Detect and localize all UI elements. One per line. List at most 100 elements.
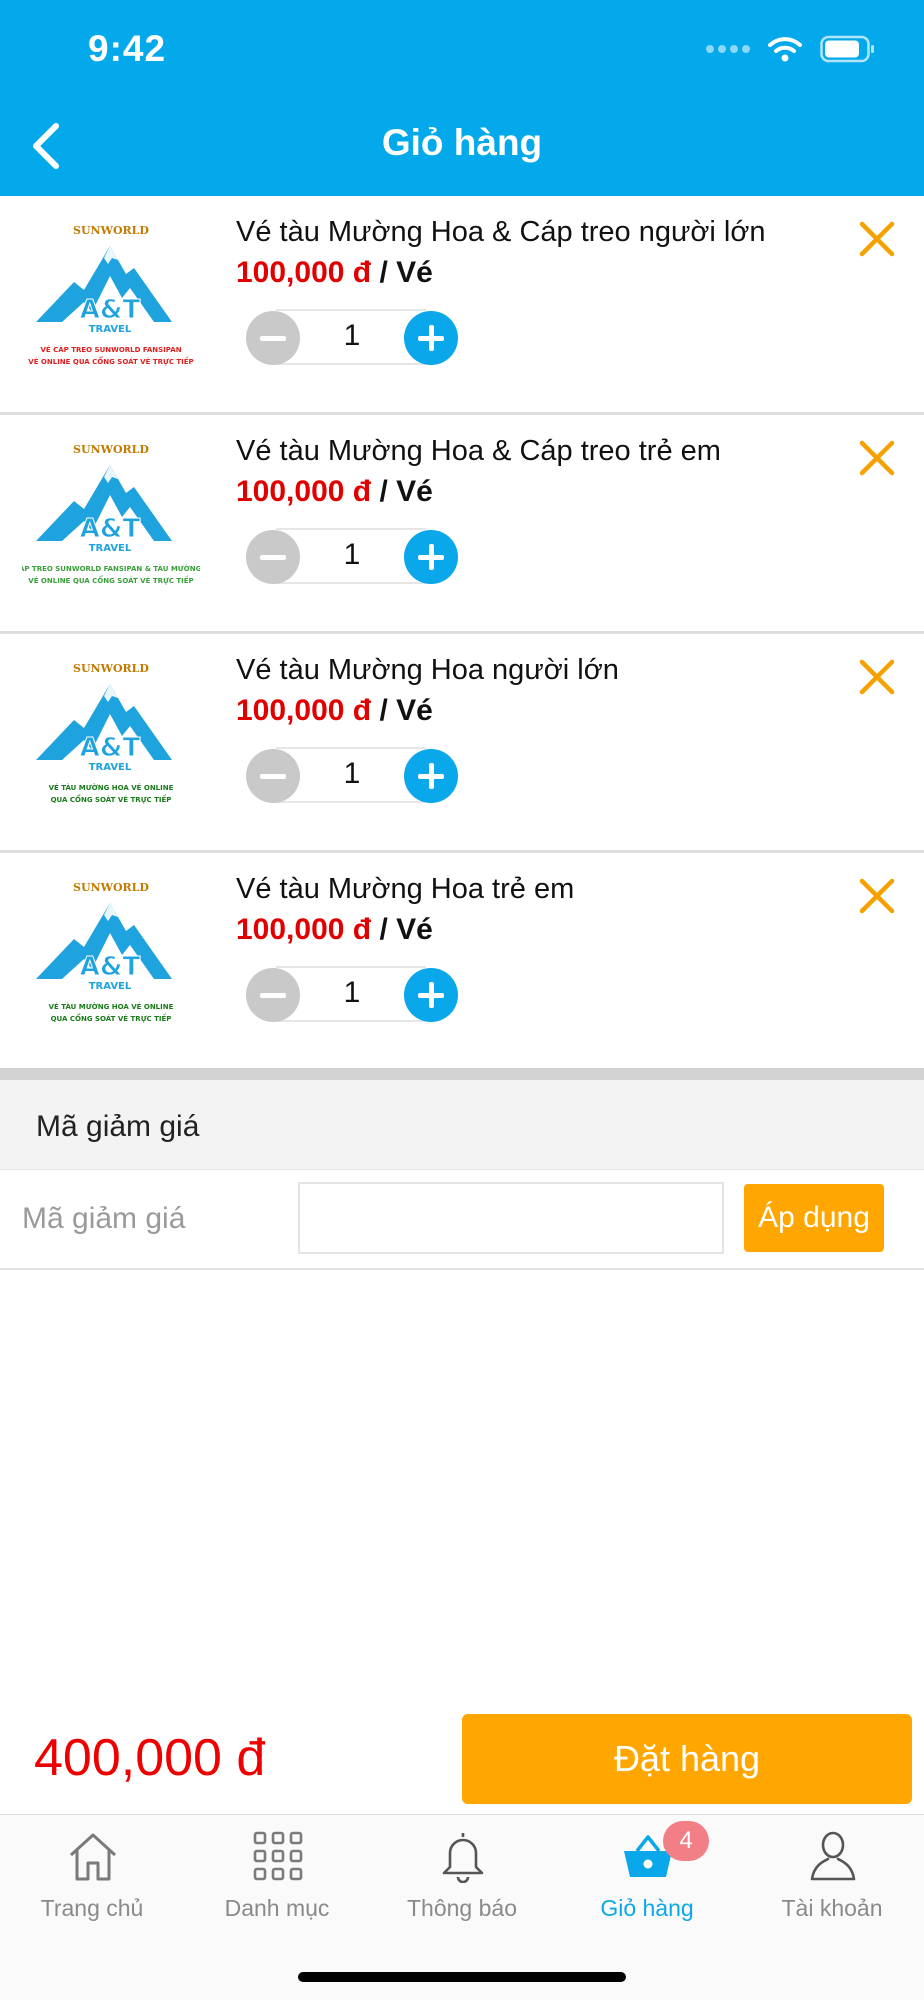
decrease-quantity-button[interactable] — [246, 968, 300, 1022]
cart-item: SUNWORLD A&T TRAVEL VÉ TÀU MƯỜNG HOA VÉ … — [0, 853, 924, 1072]
close-icon — [859, 659, 895, 695]
thumb-caption-1: VÉ CÁP TREO SUNWORLD FANSIPAN — [40, 345, 181, 354]
thumb-brand: SUNWORLD — [73, 443, 149, 456]
discount-label: Mã giảm giá — [22, 1202, 186, 1235]
quantity-value: 1 — [343, 976, 361, 1009]
thumb-caption-2: QUA CỔNG SOÁT VÉ TRỰC TIẾP — [51, 794, 172, 804]
decrease-quantity-button[interactable] — [246, 530, 300, 584]
cart-item: SUNWORLD A&T TRAVEL VÉ TÀU MƯỜNG HOA VÉ … — [0, 634, 924, 853]
discount-code-input[interactable] — [298, 1182, 724, 1254]
page-title: Giỏ hàng — [381, 122, 543, 163]
item-name: Vé tàu Mường Hoa & Cáp treo trẻ em — [236, 435, 721, 467]
thumb-caption-2: QUA CỔNG SOÁT VÉ TRỰC TIẾP — [51, 1013, 172, 1023]
remove-item-button[interactable] — [856, 218, 898, 260]
thumb-logo-text: A&T — [80, 952, 141, 982]
place-order-button[interactable]: Đặt hàng — [462, 1714, 912, 1804]
battery-icon — [820, 35, 874, 63]
home-indicator — [298, 1972, 626, 1982]
close-icon — [859, 878, 895, 914]
quantity-value: 1 — [343, 757, 361, 790]
home-icon — [69, 1833, 117, 1881]
status-time: 9:42 — [88, 28, 167, 69]
thumb-logo-sub: TRAVEL — [89, 324, 132, 335]
thumb-caption-1: VÉ TÀU MƯỜNG HOA VÉ ONLINE — [49, 1002, 174, 1011]
tab-label-cart: Giỏ hàng — [600, 1895, 694, 1921]
item-price-row: 100,000 đ / Vé — [236, 913, 433, 947]
increase-quantity-button[interactable] — [404, 530, 458, 584]
tab-notifications[interactable]: Thông báo — [370, 1815, 554, 1935]
remove-item-button[interactable] — [856, 656, 898, 698]
thumb-caption-1: VÉ TÀU MƯỜNG HOA VÉ ONLINE — [49, 783, 174, 792]
discount-row: Mã giảm giá Áp dụng — [0, 1170, 924, 1270]
cart-list: SUNWORLD A&T TRAVEL VÉ CÁP TREO SUNWORLD… — [0, 196, 924, 1072]
status-indicators — [706, 34, 876, 64]
thumb-logo-text: A&T — [80, 733, 141, 763]
cellular-signal-icon — [706, 45, 750, 53]
discount-section-header: Mã giảm giá — [0, 1068, 924, 1170]
item-price-row: 100,000 đ / Vé — [236, 256, 433, 290]
item-name: Vé tàu Mường Hoa trẻ em — [236, 873, 575, 905]
product-thumbnail[interactable]: SUNWORLD A&T TRAVEL VÉ TÀU MƯỜNG HOA VÉ … — [22, 656, 200, 826]
tab-label-categories: Danh mục — [224, 1895, 330, 1921]
quantity-stepper: 1 — [246, 747, 458, 803]
thumb-logo-sub: TRAVEL — [89, 543, 132, 554]
item-price: 100,000 đ — [236, 475, 372, 508]
decrease-quantity-button[interactable] — [246, 311, 300, 365]
thumb-logo-sub: TRAVEL — [89, 981, 132, 992]
thumb-brand: SUNWORLD — [73, 662, 149, 675]
thumb-caption-2: VÉ ONLINE QUA CỔNG SOÁT VÉ TRỰC TIẾP — [28, 575, 193, 585]
item-unit: / Vé — [371, 694, 433, 727]
quantity-stepper: 1 — [246, 309, 458, 365]
discount-section-title: Mã giảm giá — [36, 1110, 200, 1143]
thumb-caption-1: VÉ CÁP TREO SUNWORLD FANSIPAN & TÀU MƯỜN… — [22, 564, 200, 573]
product-thumbnail[interactable]: SUNWORLD A&T TRAVEL VÉ CÁP TREO SUNWORLD… — [22, 218, 200, 388]
item-unit: / Vé — [371, 913, 433, 946]
increase-quantity-button[interactable] — [404, 749, 458, 803]
user-icon — [810, 1831, 856, 1881]
cart-count-badge: 4 — [663, 1821, 709, 1861]
close-icon — [859, 221, 895, 257]
apply-discount-button[interactable]: Áp dụng — [744, 1184, 884, 1252]
remove-item-button[interactable] — [856, 437, 898, 479]
tab-account[interactable]: Tài khoản — [740, 1815, 924, 1935]
tab-label-account: Tài khoản — [781, 1895, 883, 1921]
tab-categories[interactable]: Danh mục — [185, 1815, 369, 1935]
product-thumbnail[interactable]: SUNWORLD A&T TRAVEL VÉ TÀU MƯỜNG HOA VÉ … — [22, 875, 200, 1045]
item-name: Vé tàu Mường Hoa người lớn — [236, 654, 619, 686]
tab-home[interactable]: Trang chủ — [0, 1815, 184, 1935]
item-price-row: 100,000 đ / Vé — [236, 475, 433, 509]
order-total: 400,000 đ — [34, 1729, 266, 1787]
decrease-quantity-button[interactable] — [246, 749, 300, 803]
thumb-brand: SUNWORLD — [73, 881, 149, 894]
thumb-caption-2: VÉ ONLINE QUA CỔNG SOÁT VÉ TRỰC TIẾP — [28, 356, 193, 366]
cart-item: SUNWORLD A&T TRAVEL VÉ CÁP TREO SUNWORLD… — [0, 196, 924, 415]
tab-label-notifications: Thông báo — [407, 1895, 517, 1921]
quantity-stepper: 1 — [246, 966, 458, 1022]
app-header: 9:42 Giỏ hàng — [0, 0, 924, 196]
bell-icon — [442, 1833, 484, 1883]
item-unit: / Vé — [371, 475, 433, 508]
quantity-value: 1 — [343, 538, 361, 571]
product-thumbnail[interactable]: SUNWORLD A&T TRAVEL VÉ CÁP TREO SUNWORLD… — [22, 437, 200, 607]
tab-label-home: Trang chủ — [40, 1895, 144, 1921]
quantity-value: 1 — [343, 319, 361, 352]
item-price: 100,000 đ — [236, 256, 372, 289]
wifi-icon — [768, 37, 802, 62]
thumb-logo-text: A&T — [80, 295, 141, 325]
item-unit: / Vé — [371, 256, 433, 289]
item-price: 100,000 đ — [236, 694, 372, 727]
remove-item-button[interactable] — [856, 875, 898, 917]
thumb-brand: SUNWORLD — [73, 224, 149, 237]
close-icon — [859, 440, 895, 476]
item-price-row: 100,000 đ / Vé — [236, 694, 433, 728]
thumb-logo-text: A&T — [80, 514, 141, 544]
cart-item: SUNWORLD A&T TRAVEL VÉ CÁP TREO SUNWORLD… — [0, 415, 924, 634]
item-name: Vé tàu Mường Hoa & Cáp treo người lớn — [236, 216, 766, 248]
increase-quantity-button[interactable] — [404, 968, 458, 1022]
grid-icon — [253, 1831, 303, 1881]
tab-cart[interactable]: 4 Giỏ hàng — [555, 1815, 739, 1935]
quantity-stepper: 1 — [246, 528, 458, 584]
increase-quantity-button[interactable] — [404, 311, 458, 365]
thumb-logo-sub: TRAVEL — [89, 762, 132, 773]
item-price: 100,000 đ — [236, 913, 372, 946]
